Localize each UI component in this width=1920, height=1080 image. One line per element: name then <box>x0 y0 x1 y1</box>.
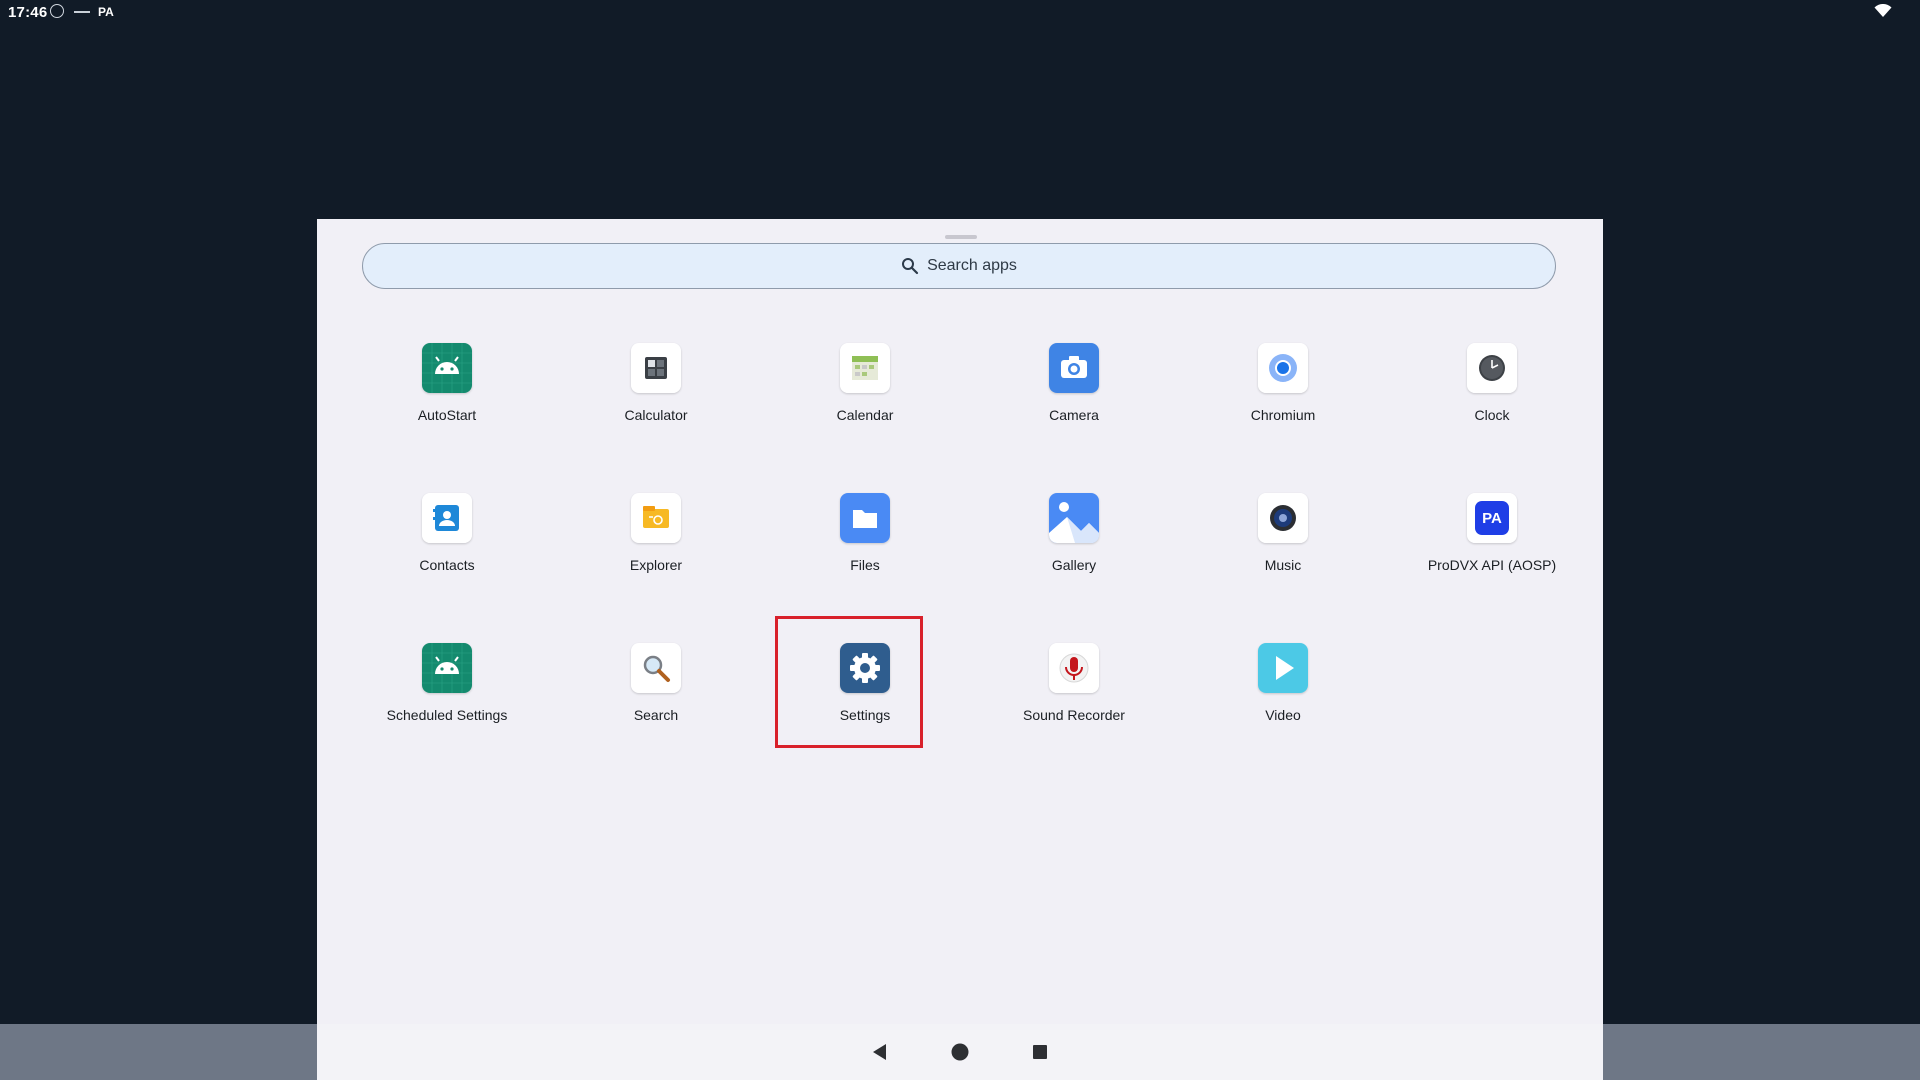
app-clock[interactable]: Clock <box>1402 343 1582 443</box>
gallery-icon <box>1049 493 1099 543</box>
app-label: Scheduled Settings <box>386 707 508 723</box>
camera-icon <box>1049 343 1099 393</box>
app-label: Camera <box>1049 407 1099 423</box>
app-label: Settings <box>839 707 891 723</box>
app-label: Files <box>850 557 880 573</box>
app-files[interactable]: Files <box>775 493 955 593</box>
back-button[interactable] <box>866 1038 894 1066</box>
app-label: Search <box>633 707 679 723</box>
android-icon <box>422 643 472 693</box>
home-circle-icon <box>951 1043 969 1061</box>
app-prodvx-api[interactable]: PA ProDVX API (AOSP) <box>1402 493 1582 593</box>
app-label: Sound Recorder <box>1023 707 1125 723</box>
status-pa-label: PA <box>98 5 114 19</box>
navigation-bar-inner <box>317 1024 1603 1080</box>
search-placeholder: Search apps <box>927 257 1017 274</box>
back-triangle-icon <box>873 1044 886 1060</box>
app-scheduled-settings[interactable]: Scheduled Settings <box>357 643 537 743</box>
app-autostart[interactable]: AutoStart <box>357 343 537 443</box>
home-screen: 17:46 PA Search apps AutoStart Calculato… <box>0 0 1920 1080</box>
app-explorer[interactable]: Explorer <box>566 493 746 593</box>
app-calendar[interactable]: Calendar <box>775 343 955 443</box>
explorer-icon <box>631 493 681 543</box>
app-label: Chromium <box>1250 407 1316 423</box>
navigation-bar <box>0 1024 1920 1080</box>
magnifier-icon <box>631 643 681 693</box>
home-button[interactable] <box>946 1038 974 1066</box>
files-icon <box>840 493 890 543</box>
app-label: Music <box>1264 557 1302 573</box>
prodvx-badge-text: PA <box>1482 510 1502 527</box>
wifi-icon <box>1874 3 1892 18</box>
app-video[interactable]: Video <box>1193 643 1373 743</box>
calculator-icon <box>631 343 681 393</box>
notification-dot-icon <box>50 4 64 18</box>
app-search[interactable]: Search <box>566 643 746 743</box>
app-gallery[interactable]: Gallery <box>984 493 1164 593</box>
search-apps-bar[interactable]: Search apps <box>362 243 1556 289</box>
contacts-icon <box>422 493 472 543</box>
app-drawer: Search apps AutoStart Calculator Calenda… <box>317 219 1603 1024</box>
app-label: Contacts <box>419 557 475 573</box>
status-time: 17:46 <box>8 4 48 21</box>
clock-icon <box>1467 343 1517 393</box>
play-icon <box>1258 643 1308 693</box>
recents-button[interactable] <box>1026 1038 1054 1066</box>
prodvx-api-icon: PA <box>1467 493 1517 543</box>
app-calculator[interactable]: Calculator <box>566 343 746 443</box>
app-label: Calculator <box>624 407 688 423</box>
app-camera[interactable]: Camera <box>984 343 1164 443</box>
app-settings[interactable]: Settings <box>775 643 955 743</box>
chromium-icon <box>1258 343 1308 393</box>
music-icon <box>1258 493 1308 543</box>
app-chromium[interactable]: Chromium <box>1193 343 1373 443</box>
app-label: Video <box>1265 707 1301 723</box>
app-label: Gallery <box>1051 557 1097 573</box>
android-icon <box>422 343 472 393</box>
app-contacts[interactable]: Contacts <box>357 493 537 593</box>
status-bar: 17:46 PA <box>0 0 1920 26</box>
drag-handle[interactable] <box>945 235 977 239</box>
app-label: AutoStart <box>417 407 477 423</box>
calendar-icon <box>840 343 890 393</box>
notification-dash-icon <box>74 11 90 13</box>
gear-icon <box>840 643 890 693</box>
app-label: Clock <box>1474 407 1510 423</box>
search-icon <box>902 258 919 275</box>
app-music[interactable]: Music <box>1193 493 1373 593</box>
app-label: Explorer <box>629 557 683 573</box>
app-label: Calendar <box>836 407 894 423</box>
microphone-icon <box>1049 643 1099 693</box>
app-sound-recorder[interactable]: Sound Recorder <box>984 643 1164 743</box>
recents-square-icon <box>1033 1045 1047 1059</box>
app-label: ProDVX API (AOSP) <box>1427 557 1557 573</box>
